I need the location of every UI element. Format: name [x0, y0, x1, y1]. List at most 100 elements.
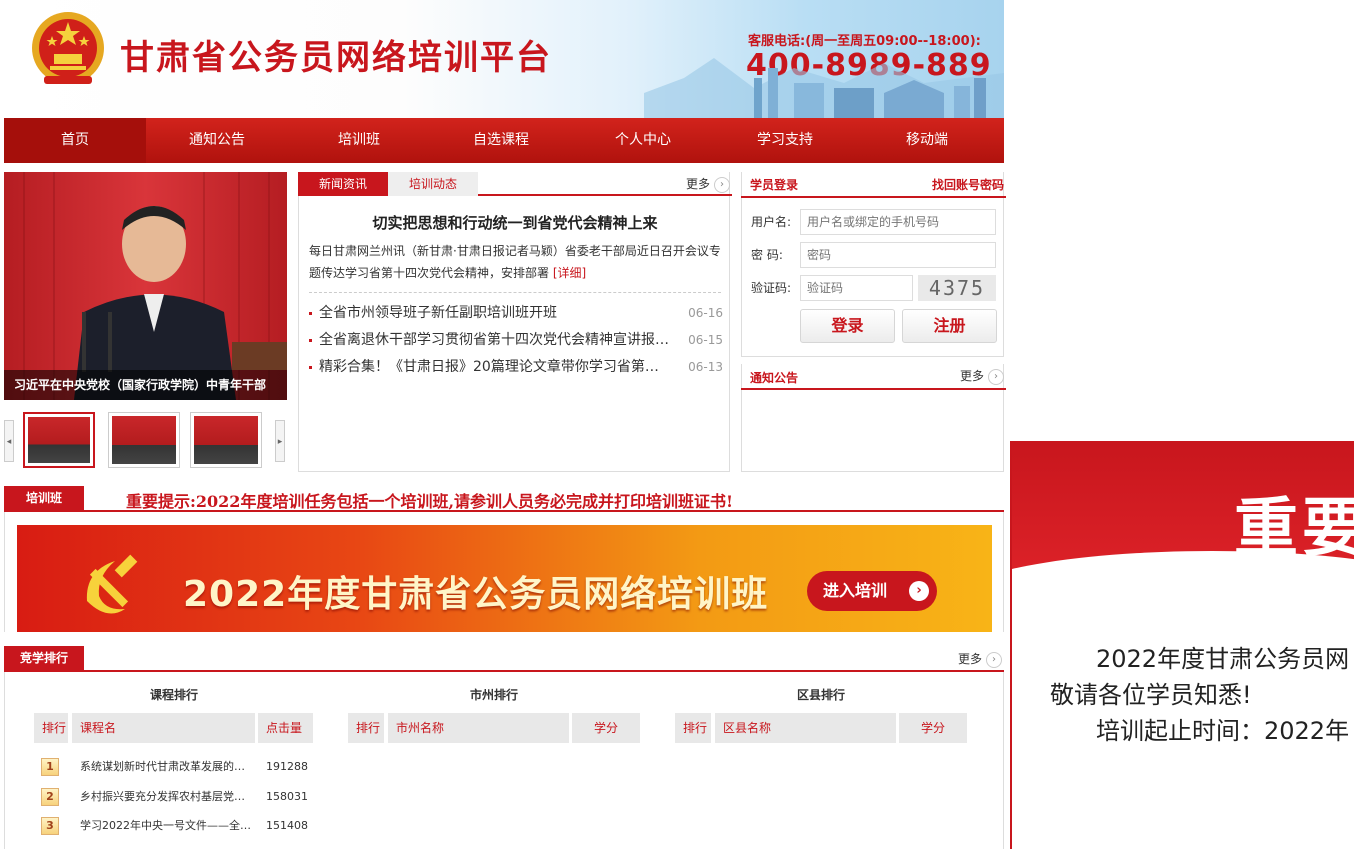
news-item-title[interactable]: 全省市州领导班子新任副职培训班开班 — [319, 300, 669, 327]
rank-badge-2: 2 — [41, 788, 59, 806]
login-title: 学员登录 — [750, 178, 799, 192]
captcha-input[interactable] — [800, 275, 913, 301]
county-col-rank: 排行 — [675, 713, 711, 743]
course-ranking-title: 课程排行 — [149, 688, 198, 702]
city-col-rank: 排行 — [348, 713, 384, 743]
news-item-date: 06-16 — [688, 306, 723, 320]
training-section-header: 培训班 重要提示:2022年度培训任务包括一个培训班,请参训人员务必完成并打印培… — [4, 486, 1004, 512]
nav-home[interactable]: 首页 — [4, 118, 146, 163]
news-more-link[interactable]: 更多 › — [686, 175, 730, 193]
course-col-clicks: 点击量 — [258, 713, 313, 743]
captcha-label: 验证码: — [751, 281, 792, 295]
chevron-right-icon: › — [986, 651, 1002, 668]
slider-prev-arrow-icon[interactable]: ◂ — [4, 420, 14, 462]
news-panel: 新闻资讯 培训动态 更多 › 切实把思想和行动统一到省党代会精神上来 每日甘肃网兰… — [298, 172, 732, 472]
news-item-date: 06-13 — [688, 360, 723, 374]
popup-header: 重要 — [1012, 441, 1354, 651]
news-more-label: 更多 — [685, 177, 710, 191]
username-label: 用户名: — [751, 215, 792, 229]
ranking-section-header: 竞学排行 更多 › — [4, 646, 1004, 672]
notice-more-link[interactable]: 更多 › — [960, 367, 1004, 385]
hammer-sickle-icon — [86, 554, 138, 614]
ranking-tab[interactable]: 竞学排行 — [4, 646, 84, 670]
nav-elective-courses[interactable]: 自选课程 — [430, 118, 572, 163]
slider-thumb-2[interactable] — [108, 412, 180, 468]
username-input[interactable] — [800, 209, 996, 235]
enter-training-label: 进入培训 — [823, 581, 888, 600]
slider-next-arrow-icon[interactable]: ▸ — [275, 420, 285, 462]
list-item[interactable]: 全省离退休干部学习贯彻省第十四次党代会精神宣讲报告会举行 06-15 — [309, 327, 723, 354]
training-important-notice: 重要提示:2022年度培训任务包括一个培训班,请参训人员务必完成并打印培训班证书… — [126, 492, 734, 511]
slider-caption: 习近平在中央党校（国家行政学院）中青年干部 — [4, 370, 287, 400]
county-col-name: 区县名称 — [715, 713, 896, 743]
notice-header: 通知公告 更多 › — [741, 364, 1006, 390]
list-item[interactable]: 全省市州领导班子新任副职培训班开班 06-16 — [309, 300, 723, 327]
chevron-right-icon: › — [988, 368, 1004, 385]
news-list: 全省市州领导班子新任副职培训班开班 06-16 全省离退休干部学习贯彻省第十四次党… — [309, 300, 723, 381]
list-item[interactable]: 精彩合集！《甘肃日报》20篇理论文章带你学习省第十四次党代会精神 06-13 — [309, 354, 723, 381]
bullet-icon — [309, 366, 312, 369]
news-headline[interactable]: 切实把思想和行动统一到省党代会精神上来 — [299, 212, 731, 233]
popup-line-1: 2022年度甘肃公务员网 — [1096, 645, 1350, 673]
login-button[interactable]: 登录 — [800, 309, 895, 343]
password-label: 密 码: — [751, 248, 783, 262]
training-banner[interactable]: 2022年度甘肃省公务员网络培训班 进入培训 › — [17, 525, 992, 632]
important-notice-popup[interactable]: 重要 2022年度甘肃公务员网 敬请各位学员知悉! 培训起止时间：2022年 — [1010, 441, 1354, 849]
course-row-clicks: 158031 — [266, 790, 308, 803]
city-col-name: 市州名称 — [388, 713, 569, 743]
course-row-name[interactable]: 学习2022年中央一号文件——全面推进乡村振兴 — [80, 815, 252, 837]
news-item-title[interactable]: 精彩合集！《甘肃日报》20篇理论文章带你学习省第十四次党代会精神 — [319, 354, 669, 381]
course-row-name[interactable]: 乡村振兴要充分发挥农村基层党组织作用 — [80, 786, 252, 808]
nav-notices[interactable]: 通知公告 — [146, 118, 288, 163]
training-tab[interactable]: 培训班 — [4, 486, 84, 510]
site-header: 甘肃省公务员网络培训平台 客服电话:(周一至周五09:00--18:00): 4… — [4, 0, 1004, 118]
slider-thumb-1[interactable] — [23, 412, 95, 468]
slider-photo — [4, 172, 287, 400]
news-tabs: 新闻资讯 培训动态 更多 › — [298, 172, 732, 196]
recover-account-link[interactable]: 找回账号密码 — [932, 176, 1004, 193]
ranking-more-label: 更多 — [957, 652, 982, 666]
notice-panel: 通知公告 更多 › — [741, 364, 1006, 472]
bullet-icon — [309, 312, 312, 315]
bullet-icon — [309, 339, 312, 342]
rank-badge-1: 1 — [41, 758, 59, 776]
slider-thumbnails: ◂ ▸ — [4, 410, 287, 470]
ranking-more-link[interactable]: 更多 › — [958, 650, 1002, 668]
course-col-name: 课程名 — [72, 713, 255, 743]
notice-title: 通知公告 — [750, 371, 799, 385]
nav-mobile[interactable]: 移动端 — [856, 118, 998, 163]
main-nav: 首页 通知公告 培训班 自选课程 个人中心 学习支持 移动端 — [4, 118, 1004, 163]
course-row-clicks: 151408 — [266, 819, 308, 832]
news-item-title[interactable]: 全省离退休干部学习贯彻省第十四次党代会精神宣讲报告会举行 — [319, 327, 669, 354]
site-title: 甘肃省公务员网络培训平台 — [120, 38, 552, 78]
nav-personal-center[interactable]: 个人中心 — [572, 118, 714, 163]
tab-news[interactable]: 新闻资讯 — [298, 172, 388, 196]
news-detail-link[interactable]: [详细] — [553, 266, 586, 280]
popup-line-2: 敬请各位学员知悉! — [1050, 681, 1252, 709]
city-skyline-illustration — [644, 58, 1004, 118]
course-col-rank: 排行 — [34, 713, 68, 743]
city-col-credits: 学分 — [572, 713, 640, 743]
rank-badge-3: 3 — [41, 817, 59, 835]
nav-training-class[interactable]: 培训班 — [288, 118, 430, 163]
news-slider-image[interactable]: 习近平在中央党校（国家行政学院）中青年干部 — [4, 172, 287, 400]
captcha-image[interactable]: 4375 — [918, 275, 996, 301]
nav-study-support[interactable]: 学习支持 — [714, 118, 856, 163]
register-button[interactable]: 注册 — [902, 309, 997, 343]
enter-training-button[interactable]: 进入培训 › — [807, 571, 937, 611]
slider-thumb-3[interactable] — [190, 412, 262, 468]
login-panel: 学员登录 找回账号密码 用户名: 密 码: 验证码: 4375 登录 注册 — [741, 172, 1006, 357]
login-header: 学员登录 找回账号密码 — [741, 172, 1006, 198]
password-input[interactable] — [800, 242, 996, 268]
popup-title: 重要 — [1234, 492, 1354, 566]
city-ranking-title: 市州排行 — [469, 688, 518, 702]
course-row-name[interactable]: 系统谋划新时代甘肃改革发展的宏伟蓝图 — [80, 756, 252, 778]
banner-title: 2022年度甘肃省公务员网络培训班 — [183, 574, 769, 615]
news-divider — [309, 292, 721, 293]
county-ranking-title: 区县排行 — [796, 688, 845, 702]
news-summary-text: 每日甘肃网兰州讯（新甘肃·甘肃日报记者马颖）省委老干部局近日召开会议专题传达学习… — [309, 244, 721, 280]
county-col-credits: 学分 — [899, 713, 967, 743]
chevron-right-icon: › — [909, 581, 929, 601]
popup-line-3: 培训起止时间：2022年 — [1096, 717, 1350, 745]
tab-training-updates[interactable]: 培训动态 — [388, 172, 478, 196]
